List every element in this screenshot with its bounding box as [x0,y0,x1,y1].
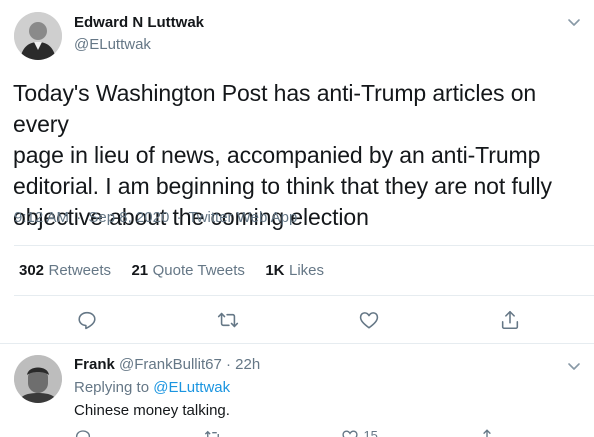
reply-retweet-button[interactable] [204,428,222,437]
tweet-text-line: Today's Washington Post has anti-Trump a… [13,80,537,137]
reply-author-avatar[interactable] [14,355,62,403]
tweet-stats: 302 Retweets 21 Quote Tweets 1K Likes [19,262,324,280]
tweet-date[interactable]: Sep 8, 2020 [88,209,169,226]
quotes-label: Quote Tweets [152,262,245,279]
likes-count: 1K [265,262,285,279]
chevron-down-icon [568,19,580,26]
reply-icon [75,430,91,437]
author-handle[interactable]: @ELuttwak [74,36,151,53]
meta-separator: · [176,209,182,226]
reply-icon [78,311,96,330]
reply-author-handle[interactable]: @FrankBullit67 [119,356,222,373]
divider [14,245,594,246]
reply-share-button[interactable] [478,428,496,437]
reply-age[interactable]: 22h [235,356,260,373]
share-icon [483,429,491,437]
reply-author-avatar-image [14,355,62,403]
tweet-source[interactable]: Twitter Web App [188,209,297,226]
share-icon [501,310,519,330]
replying-to: Replying to @ELuttwak [74,379,230,396]
heart-icon [359,312,379,329]
tweet-text-line: editorial. I am beginning to think that … [13,173,552,199]
reply-button[interactable] [74,307,100,333]
chevron-down-icon [568,363,580,370]
likes-label: Likes [288,262,325,279]
retweet-button[interactable] [215,307,241,333]
reply-author-name[interactable]: Frank [74,356,115,373]
retweet-icon [204,430,219,437]
reply-action-bar: 15 [0,428,594,437]
tweet-menu-button[interactable] [566,14,582,30]
like-button[interactable] [356,307,382,333]
likes-stat[interactable]: 1K Likes [265,262,324,279]
quotes-count: 21 [131,262,149,279]
reply-like-button[interactable]: 15 [341,428,378,437]
reply-separator: · [225,356,231,373]
reply-menu-button[interactable] [566,358,582,374]
retweets-count: 302 [19,262,45,279]
reply-text: Chinese money talking. [74,402,230,419]
share-button[interactable] [497,307,523,333]
author-avatar[interactable] [14,12,62,60]
retweets-stat[interactable]: 302 Retweets [19,262,115,279]
replying-to-link[interactable]: @ELuttwak [153,379,230,396]
replying-to-prefix: Replying to [74,379,150,396]
tweet-time[interactable]: 9:12 AM [14,209,69,226]
retweets-label: Retweets [48,262,112,279]
author-avatar-image [14,12,62,60]
heart-icon [342,430,358,437]
quotes-stat[interactable]: 21 Quote Tweets [131,262,249,279]
reply-header: Frank @FrankBullit67 · 22h [74,356,260,373]
author-name[interactable]: Edward N Luttwak [74,14,204,31]
divider [14,295,594,296]
reply-reply-button[interactable] [74,428,92,437]
tweet-meta: 9:12 AM · Sep 8, 2020 · Twitter Web App [14,209,297,226]
tweet-text-line: page in lieu of news, accompanied by an … [13,142,541,168]
retweet-icon [217,312,239,328]
divider [0,343,594,344]
reply-like-count: 15 [363,428,378,437]
meta-separator: · [76,209,82,226]
